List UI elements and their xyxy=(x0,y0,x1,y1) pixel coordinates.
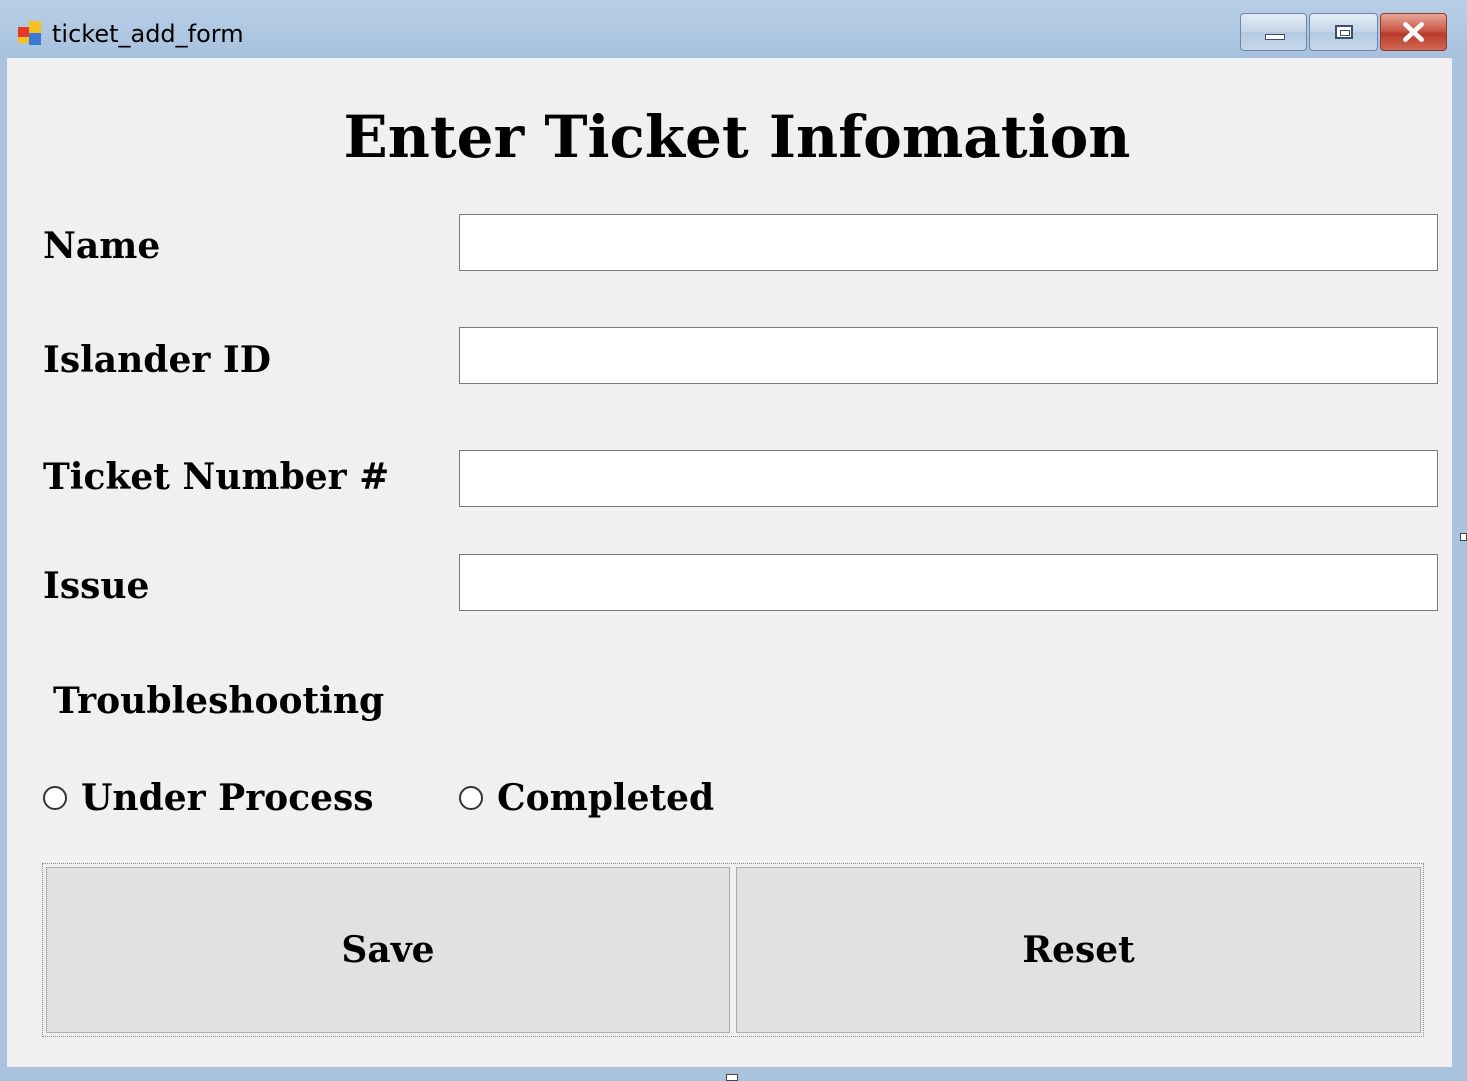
ticket-number-label: Ticket Number # xyxy=(43,456,390,498)
title-bar[interactable]: ticket_add_form xyxy=(0,0,1467,58)
minimize-icon xyxy=(1265,34,1285,40)
issue-label: Issue xyxy=(43,565,150,607)
radio-under-process[interactable]: Under Process xyxy=(43,775,374,821)
button-panel: Save Reset xyxy=(42,863,1424,1037)
resize-handle-right[interactable] xyxy=(1460,533,1467,541)
maximize-button[interactable] xyxy=(1309,13,1378,51)
name-label: Name xyxy=(43,225,161,267)
form-heading: Enter Ticket Infomation xyxy=(343,103,1131,171)
form-body: Enter Ticket Infomation Name Islander ID… xyxy=(7,58,1452,1067)
window-title: ticket_add_form xyxy=(52,20,244,48)
resize-handle-bottom[interactable] xyxy=(726,1074,738,1081)
troubleshooting-label: Troubleshooting xyxy=(53,680,385,722)
app-icon xyxy=(18,21,41,45)
maximize-icon xyxy=(1335,25,1353,39)
name-field[interactable] xyxy=(459,214,1438,271)
close-icon xyxy=(1403,22,1424,42)
close-button[interactable] xyxy=(1380,13,1447,51)
islander-id-field[interactable] xyxy=(459,327,1438,384)
radio-under-process-label: Under Process xyxy=(81,777,374,819)
radio-circle-icon[interactable] xyxy=(43,786,67,810)
minimize-button[interactable] xyxy=(1240,13,1307,51)
reset-button[interactable]: Reset xyxy=(736,867,1421,1033)
ticket-add-form-window: ticket_add_form Enter Ticket Infomation … xyxy=(0,0,1467,1081)
issue-field[interactable] xyxy=(459,554,1438,611)
radio-completed[interactable]: Completed xyxy=(459,775,714,821)
radio-completed-label: Completed xyxy=(497,777,715,819)
islander-id-label: Islander ID xyxy=(43,339,271,381)
save-button[interactable]: Save xyxy=(46,867,730,1033)
ticket-number-field[interactable] xyxy=(459,450,1438,507)
radio-circle-icon[interactable] xyxy=(459,786,483,810)
